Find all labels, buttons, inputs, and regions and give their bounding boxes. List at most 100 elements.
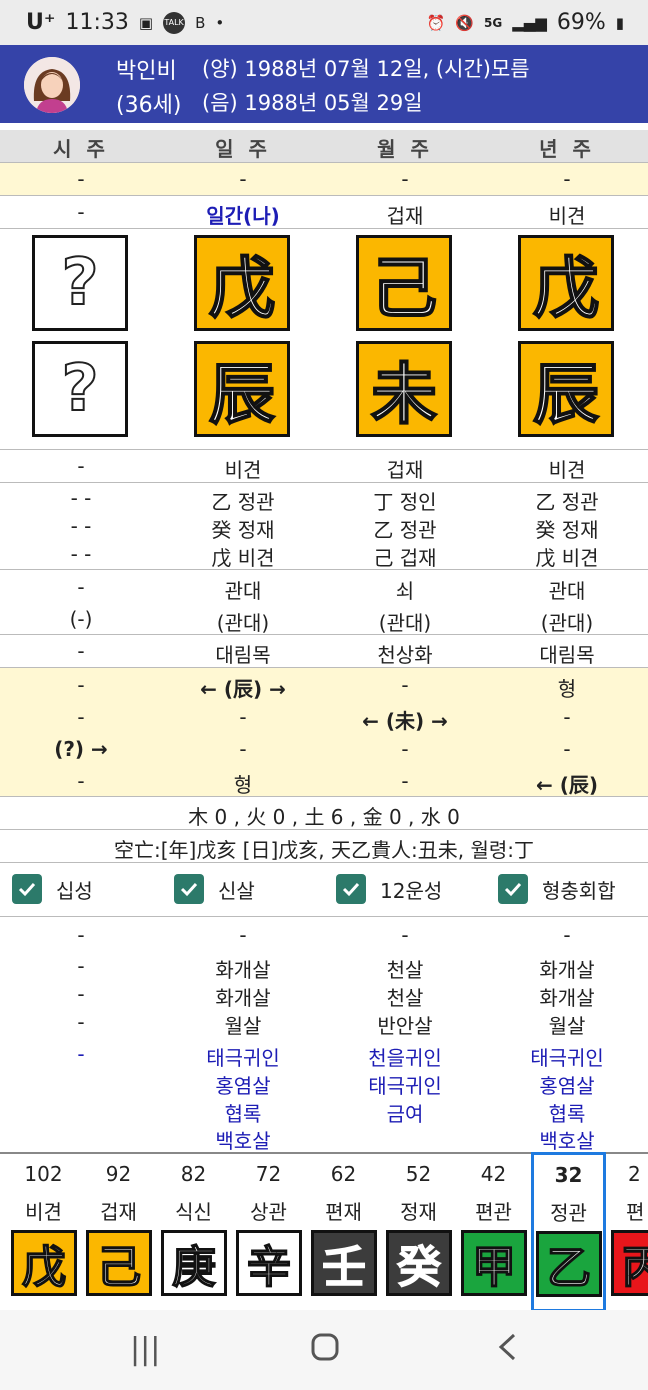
hour-stem-tile[interactable]: ? <box>32 235 128 331</box>
hidden-stems-row: - - 乙 정관 丁 정인 乙 정관 - - 癸 정재 乙 정관 癸 정재 - … <box>0 483 648 570</box>
cell: 화개살 <box>215 986 271 1010</box>
day-stem-tile[interactable]: 戊 <box>194 235 290 331</box>
daewoon-tile[interactable]: 甲 <box>461 1230 527 1296</box>
daewoon-label: 편관 <box>475 1200 512 1224</box>
cell: 화개살 <box>539 986 595 1010</box>
cell: (관대) <box>378 611 432 635</box>
daewoon-label: 편 <box>626 1200 645 1224</box>
day-branch-tile[interactable]: 辰 <box>194 341 290 437</box>
cell: - <box>77 200 85 224</box>
checkbox-12unseong[interactable]: 12운성 <box>336 874 442 904</box>
check-icon <box>174 874 204 904</box>
cell: 관대 <box>548 579 586 603</box>
cell: - <box>563 705 571 729</box>
daewoon-tile[interactable]: 丙 <box>611 1230 648 1296</box>
time-label: 11:33 <box>65 10 129 35</box>
cell: - <box>239 705 247 729</box>
toggle-row: 십성 신살 12운성 형충회합 <box>0 862 648 917</box>
elements-count: 木 0 , 火 0 , 土 6 , 金 0 , 水 0 <box>188 805 460 829</box>
signal-icon: ▂▄▆ <box>512 13 547 32</box>
cell: 겁재 <box>386 204 424 228</box>
cell: 쇠 <box>395 579 415 603</box>
cell: 겁재 <box>386 458 424 482</box>
voids-text: 空亡:[年]戊亥 [日]戊亥, 天乙貴人:丑未, 월령:丁 <box>113 838 534 862</box>
col-hour: 시 주 <box>53 137 109 161</box>
cell: 대림목 <box>215 643 271 667</box>
daewoon-label: 정관 <box>550 1201 587 1225</box>
daewoon-label: 편재 <box>325 1200 362 1224</box>
daewoon-tile[interactable]: 乙 <box>536 1231 602 1297</box>
checkbox-label: 형충회합 <box>542 878 616 903</box>
back-icon[interactable] <box>496 1332 518 1370</box>
daewoon-item-selected[interactable]: 32 정관 乙 <box>531 1152 606 1312</box>
daewoon-age: 72 <box>255 1162 282 1186</box>
cell: 癸 정재 <box>211 518 275 542</box>
status-bar: U⁺ 11:33 ▣ TALK B • ⏰ 🔇 5G ▂▄▆ 69% ▮ <box>0 0 648 45</box>
hour-branch-tile[interactable]: ? <box>32 341 128 437</box>
daewoon-label: 겁재 <box>100 1200 137 1224</box>
cell: 태극귀인 <box>530 1046 604 1070</box>
cell: 乙 정관 <box>211 490 275 514</box>
daewoon-age: 32 <box>554 1163 583 1187</box>
daewoon-age: 52 <box>405 1162 432 1186</box>
daewoon-tile[interactable]: 庚 <box>161 1230 227 1296</box>
checkbox-hyeongchung[interactable]: 형충회합 <box>498 874 616 904</box>
cell: - - <box>70 486 92 510</box>
daewoon-tile[interactable]: 辛 <box>236 1230 302 1296</box>
daewoon-label: 상관 <box>250 1200 287 1224</box>
daewoon-tile[interactable]: 壬 <box>311 1230 377 1296</box>
month-branch-tile[interactable]: 未 <box>356 341 452 437</box>
cell: - <box>77 167 85 191</box>
cell: - <box>563 167 571 191</box>
cell: - - <box>70 542 92 566</box>
daewoon-tile[interactable]: 戊 <box>11 1230 77 1296</box>
cell: 백호살 <box>539 1129 595 1153</box>
person-age: (36세) <box>116 93 182 118</box>
checkbox-sinsal[interactable]: 신살 <box>174 874 255 904</box>
check-icon <box>336 874 366 904</box>
cell: ← (辰) <box>535 773 598 797</box>
home-icon[interactable] <box>310 1332 340 1370</box>
cell: 태극귀인 <box>368 1074 442 1098</box>
cell: 丁 정인 <box>373 490 437 514</box>
daewoon-tile[interactable]: 癸 <box>386 1230 452 1296</box>
year-stem-tile[interactable]: 戊 <box>518 235 614 331</box>
check-icon <box>498 874 528 904</box>
cell: 태극귀인 <box>206 1046 280 1070</box>
checkbox-sipseong[interactable]: 십성 <box>12 874 93 904</box>
cell: 월살 <box>224 1014 262 1038</box>
cell: - <box>239 167 247 191</box>
checkbox-label: 12운성 <box>380 878 443 903</box>
check-icon <box>12 874 42 904</box>
cell: - <box>401 167 409 191</box>
cell: 월살 <box>548 1014 586 1038</box>
solar-birthdate: (양) 1988년 07월 12일, (시간)모름 <box>202 57 530 81</box>
cell: (관대) <box>216 611 270 635</box>
cell: 戊 비견 <box>535 546 599 570</box>
avatar[interactable] <box>24 57 80 113</box>
checkbox-label: 신살 <box>218 878 255 903</box>
recent-apps-icon[interactable]: ||| <box>130 1332 160 1367</box>
daewoon-strip[interactable]: 102 비견 戊 92 겁재 己 82 식신 庚 72 상관 辛 62 편재 壬… <box>0 1152 648 1314</box>
gallery-icon: ▣ <box>138 13 154 32</box>
cell: 협록 <box>224 1102 262 1126</box>
twelve-stage-row: - 관대 쇠 관대 (-) (관대) (관대) (관대) <box>0 570 648 635</box>
cell: 천을귀인 <box>368 1046 442 1070</box>
cell: 화개살 <box>539 958 595 982</box>
daewoon-tile[interactable]: 己 <box>86 1230 152 1296</box>
cell: 乙 정관 <box>535 490 599 514</box>
year-branch-tile[interactable]: 辰 <box>518 341 614 437</box>
cell: 홍염살 <box>539 1074 595 1098</box>
cell: - <box>77 639 85 663</box>
cell: 백호살 <box>215 1129 271 1153</box>
pillar-header-row: 시 주 일 주 월 주 년 주 <box>0 130 648 163</box>
daewoon-age: 92 <box>105 1162 132 1186</box>
cell: 천살 <box>386 958 424 982</box>
cell: 乙 정관 <box>373 518 437 542</box>
person-name: 박인비 <box>116 59 177 84</box>
cell: - <box>401 923 409 947</box>
lunar-birthdate: (음) 1988년 05월 29일 <box>202 91 423 115</box>
month-stem-tile[interactable]: 己 <box>356 235 452 331</box>
cell: 己 겁재 <box>373 546 437 570</box>
talk-icon: TALK <box>163 11 186 34</box>
